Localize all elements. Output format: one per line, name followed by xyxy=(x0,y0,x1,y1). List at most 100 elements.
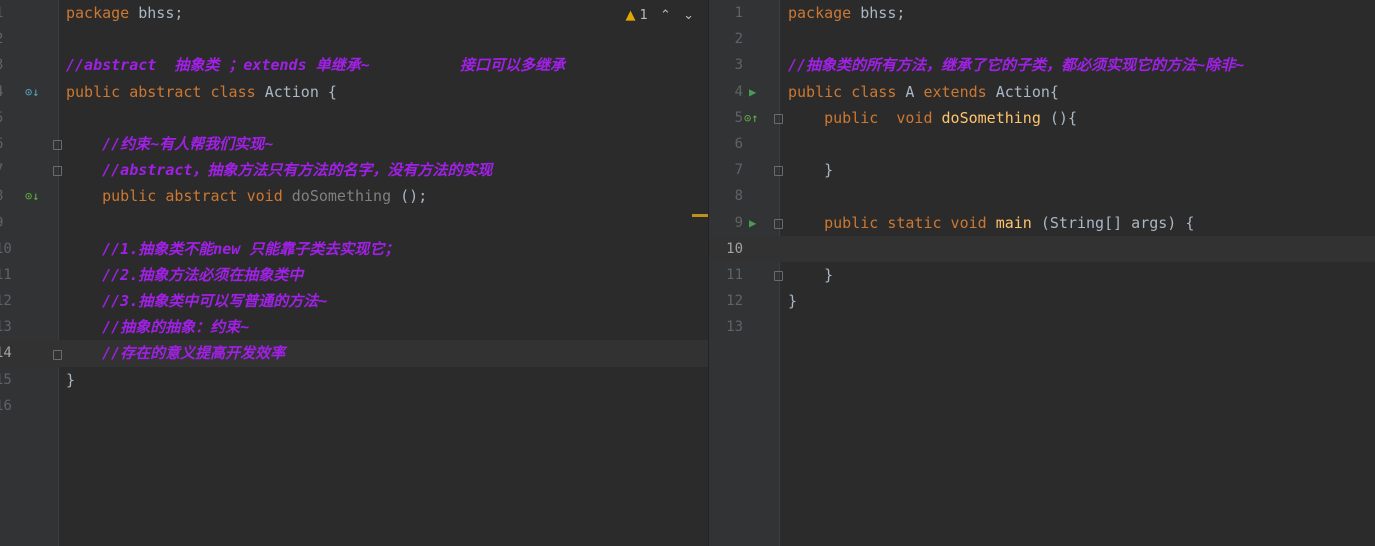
code-line[interactable]: 5 public void doSomething (){ xyxy=(709,105,1375,131)
fold-icon[interactable] xyxy=(774,166,783,177)
code-token: main xyxy=(995,213,1041,232)
code-line[interactable]: 4 public abstract class Action { xyxy=(0,79,708,105)
right-code-lines[interactable]: 1 package bhss; 2 3 //抽象类的所有方法，继承了它的子类，都必须实现… xyxy=(709,0,1375,340)
code-line[interactable]: 1 package bhss; xyxy=(0,0,708,26)
code-line[interactable]: 9 public static void main (String[] args… xyxy=(709,210,1375,236)
code-text[interactable]: } xyxy=(66,367,75,393)
code-line[interactable]: 7 } xyxy=(709,157,1375,183)
code-text[interactable]: package bhss; xyxy=(788,0,905,26)
code-text[interactable]: //约束~有人帮我们实现~ xyxy=(66,131,273,157)
code-line[interactable]: 5 xyxy=(0,105,708,131)
code-text[interactable]: //抽象类的所有方法，继承了它的子类，都必须实现它的方法~除非~ xyxy=(788,52,1244,78)
code-text[interactable]: public static void main (String[] args) … xyxy=(788,210,1194,236)
line-number: 9 xyxy=(0,210,9,236)
inspection-widget[interactable]: ▲ 1 ⌃ ⌄ xyxy=(625,8,694,23)
code-line[interactable]: 3 //抽象类的所有方法，继承了它的子类，都必须实现它的方法~除非~ xyxy=(709,52,1375,78)
code-line[interactable]: 14 //存在的意义提高开发效率 xyxy=(0,340,708,367)
code-token: } xyxy=(788,292,798,311)
code-line[interactable]: 4 public class A extends Action{ xyxy=(709,79,1375,105)
chevron-up-icon[interactable]: ⌃ xyxy=(660,8,671,23)
code-line[interactable]: 8 xyxy=(709,183,1375,209)
code-line[interactable]: 6 xyxy=(709,131,1375,157)
line-number: 3 xyxy=(734,57,743,74)
code-token: //abstract，抽象方法只有方法的名字，没有方法的实现 xyxy=(66,161,493,180)
code-token: //abstract 抽象类 ；extends 单继承~ 接口可以多继承 xyxy=(66,56,565,75)
code-text[interactable]: //1.抽象类不能new 只能靠子类去实现它； xyxy=(66,236,399,262)
code-token: package xyxy=(66,4,139,22)
code-line[interactable]: 7 //abstract，抽象方法只有方法的名字，没有方法的实现 xyxy=(0,157,708,183)
line-number: 12 xyxy=(726,293,743,310)
warning-icon: ▲ xyxy=(625,8,636,23)
line-number: 12 xyxy=(0,293,12,310)
line-number: 5 xyxy=(734,109,743,126)
implemented-icon[interactable]: ⊙↓ xyxy=(25,79,39,105)
implemented-icon[interactable]: ⊙↓ xyxy=(25,183,39,209)
code-token: (){ xyxy=(1049,108,1077,127)
line-number: 14 xyxy=(0,345,12,362)
fold-icon[interactable] xyxy=(53,166,62,177)
code-line[interactable]: 9 xyxy=(0,210,708,236)
line-number: 15 xyxy=(0,371,12,388)
right-editor-pane[interactable]: 1 package bhss; 2 3 //抽象类的所有方法，继承了它的子类，都必须实现… xyxy=(708,0,1375,546)
code-text[interactable]: public void doSomething (){ xyxy=(788,105,1077,131)
fold-icon[interactable] xyxy=(774,271,783,281)
code-text[interactable]: //存在的意义提高开发效率 xyxy=(66,340,285,366)
code-token: public static void xyxy=(788,213,996,232)
code-text[interactable]: //3.抽象类中可以写普通的方法~ xyxy=(66,288,327,314)
code-line[interactable]: 11 //2.抽象方法必须在抽象类中 xyxy=(0,262,708,288)
code-line[interactable]: 6 //约束~有人帮我们实现~ xyxy=(0,131,708,157)
fold-icon[interactable] xyxy=(774,113,783,124)
code-line[interactable]: 11 } xyxy=(709,262,1375,288)
code-text[interactable]: public abstract class Action { xyxy=(66,79,337,105)
code-line[interactable]: 15} xyxy=(0,367,708,393)
code-text[interactable]: package bhss; xyxy=(66,0,183,26)
code-token: bhss; xyxy=(138,4,184,22)
warning-marker[interactable] xyxy=(692,214,708,217)
left-editor-pane[interactable]: 1 package bhss; 23 //abstract 抽象类 ；extends … xyxy=(0,0,708,546)
code-line[interactable]: 12} xyxy=(709,288,1375,314)
code-line[interactable]: 12 //3.抽象类中可以写普通的方法~ xyxy=(0,288,708,314)
code-token: //抽象类的所有方法，继承了它的子类，都必须实现它的方法~除非~ xyxy=(788,56,1245,75)
code-text[interactable]: } xyxy=(788,288,797,314)
line-number: 7 xyxy=(0,157,9,183)
code-line[interactable]: 10 xyxy=(709,235,1375,262)
code-text[interactable]: } xyxy=(788,262,833,288)
code-line[interactable]: 10 //1.抽象类不能new 只能靠子类去实现它； xyxy=(0,236,708,262)
line-number: 5 xyxy=(0,105,9,131)
fold-icon[interactable] xyxy=(53,349,62,360)
fold-icon[interactable] xyxy=(53,140,62,150)
implements-icon[interactable]: ⊙↑ xyxy=(744,105,758,131)
code-token: public abstract void xyxy=(66,187,292,206)
code-text[interactable]: } xyxy=(788,157,833,183)
code-line[interactable]: 8 public abstract void doSomething (); xyxy=(0,183,708,209)
fold-icon[interactable] xyxy=(774,218,783,229)
warning-count: 1 xyxy=(639,8,648,23)
code-token: //3.抽象类中可以写普通的方法~ xyxy=(66,292,328,311)
code-text[interactable]: public abstract void doSomething (); xyxy=(66,183,427,209)
code-text[interactable]: //抽象的抽象：约束~ xyxy=(66,314,249,340)
line-number: 6 xyxy=(734,135,743,152)
code-line[interactable]: 16 xyxy=(0,393,708,419)
run-icon[interactable]: ▶ xyxy=(749,79,756,105)
left-code-lines[interactable]: 1 package bhss; 23 //abstract 抽象类 ；extends … xyxy=(0,0,708,419)
code-line[interactable]: 13 //抽象的抽象：约束~ xyxy=(0,314,708,340)
code-line[interactable]: 1 package bhss; xyxy=(709,0,1375,26)
code-line[interactable]: 13 xyxy=(709,314,1375,340)
code-text[interactable]: //2.抽象方法必须在抽象类中 xyxy=(66,262,303,288)
code-line[interactable]: 2 xyxy=(0,26,708,52)
code-line[interactable]: 3 //abstract 抽象类 ；extends 单继承~ 接口可以多继承 xyxy=(0,52,708,78)
line-number: 11 xyxy=(726,266,743,283)
code-token: extends xyxy=(923,82,996,101)
code-text[interactable]: public class A extends Action{ xyxy=(788,79,1059,105)
line-number: 4 xyxy=(734,83,743,100)
line-number: 3 xyxy=(0,52,9,78)
code-token: } xyxy=(66,370,76,389)
line-number: 11 xyxy=(0,266,12,283)
code-text[interactable]: //abstract，抽象方法只有方法的名字，没有方法的实现 xyxy=(66,157,492,183)
chevron-down-icon[interactable]: ⌄ xyxy=(683,8,694,23)
run-icon[interactable]: ▶ xyxy=(749,210,756,236)
code-text[interactable]: //abstract 抽象类 ；extends 单继承~ 接口可以多继承 xyxy=(66,52,565,78)
code-token: doSomething xyxy=(291,187,401,206)
code-line[interactable]: 2 xyxy=(709,26,1375,52)
code-token: package xyxy=(788,4,861,22)
